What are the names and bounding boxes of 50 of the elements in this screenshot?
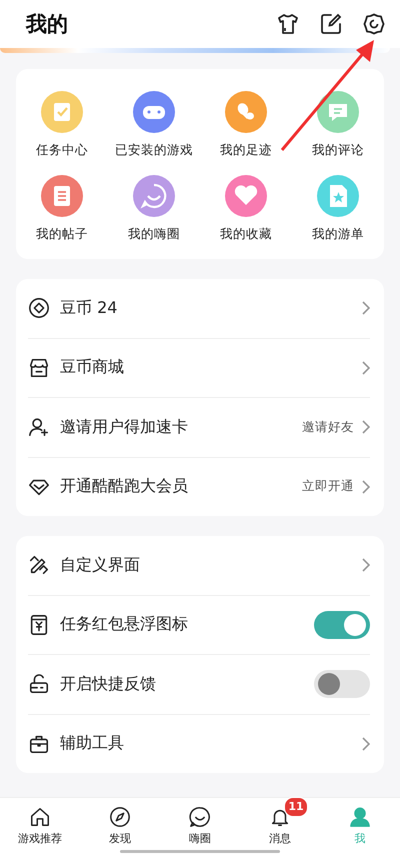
- chevron-right-icon[interactable]: [362, 558, 370, 572]
- smile-bubble-icon: [189, 806, 211, 828]
- menu-label: 自定义界面: [60, 554, 141, 576]
- menu-label: 开通酷酷跑大会员: [60, 476, 189, 498]
- toggle-switch[interactable]: [314, 670, 370, 698]
- smile-icon[interactable]: [133, 175, 175, 217]
- edit-icon[interactable]: [319, 12, 343, 36]
- page-title: 我的: [26, 11, 68, 38]
- user-icon: [349, 806, 371, 828]
- menu-label: 开启快捷反馈: [60, 674, 157, 695]
- shortcut-label[interactable]: 我的收藏: [220, 226, 272, 243]
- clipboard-icon[interactable]: [41, 91, 83, 133]
- yen-card-icon: [28, 614, 50, 636]
- menu-label: 辅助工具: [60, 733, 125, 754]
- tab-item[interactable]: 嗨圈: [160, 798, 240, 856]
- tab-item[interactable]: 发现: [80, 798, 160, 856]
- shortcut-label[interactable]: 我的评论: [312, 142, 364, 159]
- tab-item[interactable]: 消息 11: [240, 798, 320, 856]
- chevron-right-icon[interactable]: [362, 420, 370, 434]
- chevron-right-icon[interactable]: [362, 301, 370, 316]
- shortcut-label[interactable]: 我的帖子: [36, 226, 88, 243]
- menu-label: 豆币商城: [60, 357, 125, 378]
- unread-badge: 11: [284, 797, 308, 817]
- chevron-right-icon[interactable]: [362, 736, 370, 751]
- store-icon: [28, 356, 50, 379]
- menu-label: 豆币 24: [60, 298, 118, 319]
- chat-icon[interactable]: [317, 91, 359, 133]
- action-hint[interactable]: 立即开通: [302, 478, 354, 496]
- user-add-icon: [28, 416, 50, 438]
- settings-icon[interactable]: [362, 12, 386, 36]
- menu-label: 任务红包悬浮图标: [60, 614, 189, 636]
- shortcut-label[interactable]: 我的嗨圈: [128, 226, 180, 243]
- compass-icon: [109, 806, 131, 828]
- home-icon: [29, 806, 51, 828]
- action-hint[interactable]: 邀请好友: [302, 418, 354, 436]
- diamond-coin-icon: [28, 297, 50, 320]
- chevron-right-icon[interactable]: [362, 360, 370, 375]
- chevron-right-icon[interactable]: [362, 480, 370, 494]
- shortcut-label[interactable]: 我的游单: [312, 226, 364, 243]
- toggle-switch[interactable]: [314, 610, 370, 639]
- menu-label: 邀请用户得加速卡: [60, 416, 189, 438]
- shortcut-label[interactable]: 我的足迹: [220, 142, 272, 159]
- document-icon[interactable]: [41, 175, 83, 217]
- gamepad-icon[interactable]: [133, 91, 175, 133]
- tab-item[interactable]: 游戏推荐: [0, 798, 80, 856]
- unlock-icon: [28, 673, 50, 696]
- t-shirt-icon[interactable]: [276, 12, 300, 36]
- shortcut-label[interactable]: 已安装的游戏: [115, 142, 193, 159]
- pencil-ruler-icon: [28, 554, 50, 576]
- shortcut-label[interactable]: 任务中心: [36, 142, 88, 159]
